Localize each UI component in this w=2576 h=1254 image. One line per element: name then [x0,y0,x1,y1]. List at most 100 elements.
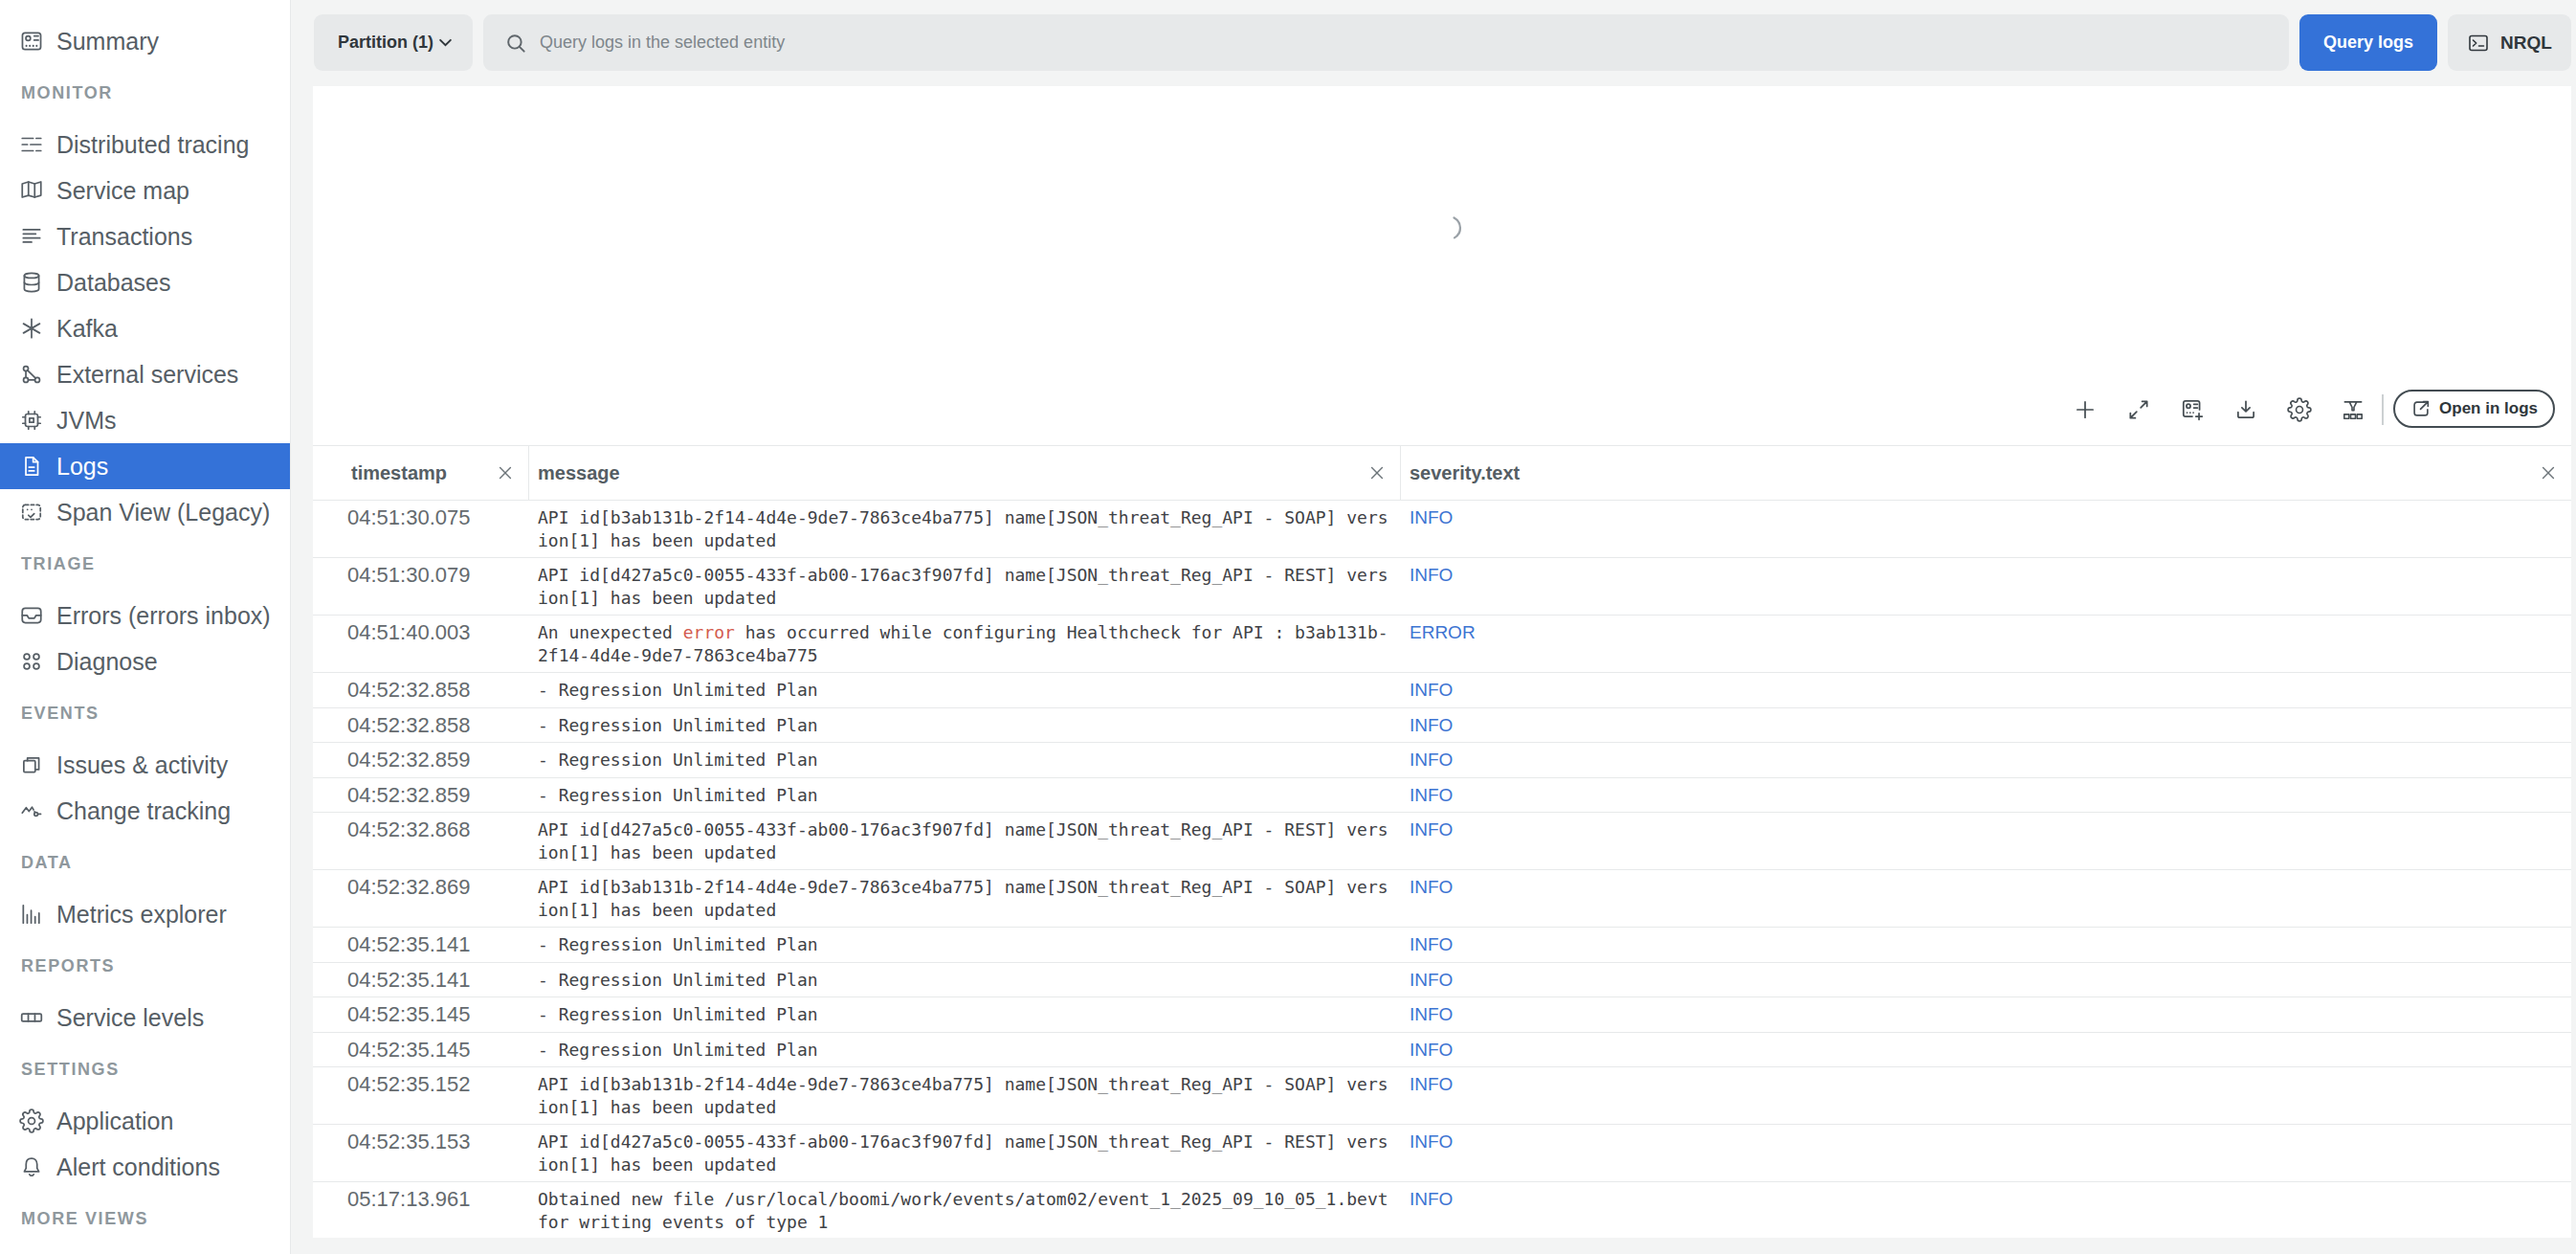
logs-icon [19,454,44,479]
table-row[interactable]: 04:52:35.152API id[b3ab131b-2f14-4d4e-9d… [313,1067,2571,1125]
sidebar-item-databases[interactable]: Databases [0,259,290,305]
cell-severity[interactable]: INFO [1401,564,2571,609]
cell-severity[interactable]: INFO [1401,1131,2571,1176]
table-row[interactable]: 04:52:32.858- Regression Unlimited PlanI… [313,673,2571,708]
sidebar-item-transactions[interactable]: Transactions [0,213,290,259]
cell-severity[interactable]: INFO [1401,933,2571,956]
cell-severity[interactable]: INFO [1401,679,2571,702]
search-bar[interactable] [483,14,2289,71]
table-row[interactable]: 04:51:40.003An unexpected error has occu… [313,616,2571,673]
search-input[interactable] [540,33,2269,53]
search-icon [503,31,528,56]
cell-severity[interactable]: INFO [1401,1188,2571,1233]
remove-column-severity-button[interactable] [2539,463,2558,482]
sidebar-section-more-views: MORE VIEWS [0,1198,290,1240]
cell-timestamp: 04:51:30.075 [313,506,529,551]
sidebar-section-data: DATA [0,841,290,884]
table-row[interactable]: 04:52:32.869API id[b3ab131b-2f14-4d4e-9d… [313,870,2571,928]
sidebar-item-distributed-tracing[interactable]: Distributed tracing [0,122,290,168]
sidebar-item-metrics-explorer[interactable]: Metrics explorer [0,891,290,937]
cell-timestamp: 04:52:35.153 [313,1131,529,1176]
column-header-severity[interactable]: severity.text [1401,446,2571,500]
sidebar-item-logs[interactable]: Logs [0,443,290,489]
table-row[interactable]: 04:52:32.859- Regression Unlimited PlanI… [313,743,2571,778]
close-icon [2539,463,2558,482]
table-row[interactable]: 04:52:35.141- Regression Unlimited PlanI… [313,928,2571,963]
diagnose-icon [19,649,44,674]
cell-message: API id[d427a5c0-0055-433f-ab00-176ac3f90… [529,1131,1401,1176]
sidebar-item-span-view-legacy[interactable]: Span View (Legacy) [0,489,290,535]
cell-timestamp: 04:52:32.869 [313,876,529,921]
table-row[interactable]: 05:17:13.961Obtained new file /usr/local… [313,1182,2571,1238]
cell-timestamp: 04:52:32.858 [313,714,529,737]
cell-message: - Regression Unlimited Plan [529,714,1401,737]
cell-timestamp: 04:52:32.859 [313,784,529,807]
expand-button[interactable] [2120,391,2158,429]
bell-icon [19,1154,44,1179]
remove-column-message-button[interactable] [1367,463,1387,482]
cell-severity[interactable]: INFO [1401,1039,2571,1062]
sidebar-item-summary[interactable]: Summary [0,18,290,64]
table-row[interactable]: 04:52:35.145- Regression Unlimited PlanI… [313,1033,2571,1068]
table-row[interactable]: 04:52:35.145- Regression Unlimited PlanI… [313,997,2571,1033]
sidebar-item-errors-inbox[interactable]: Errors (errors inbox) [0,593,290,638]
sidebar-section-settings: SETTINGS [0,1048,290,1090]
cell-severity[interactable]: INFO [1401,714,2571,737]
content-card: Open in logs timestamp message severity.… [313,86,2571,1238]
sidebar-nav: SummaryMONITORDistributed tracingService… [0,18,290,1240]
table-row[interactable]: 04:51:30.075API id[b3ab131b-2f14-4d4e-9d… [313,501,2571,558]
query-logs-button[interactable]: Query logs [2299,14,2437,71]
chevron-down-icon [438,37,453,48]
sidebar-item-alert-conditions[interactable]: Alert conditions [0,1144,290,1190]
cell-severity[interactable]: INFO [1401,1003,2571,1026]
cell-severity[interactable]: INFO [1401,876,2571,921]
add-to-dashboard-button[interactable] [2173,391,2211,429]
kafka-icon [19,316,44,341]
cell-message: - Regression Unlimited Plan [529,749,1401,772]
sidebar-item-issues-activity[interactable]: Issues & activity [0,742,290,788]
table-row[interactable]: 04:51:30.079API id[d427a5c0-0055-433f-ab… [313,558,2571,616]
cell-severity[interactable]: INFO [1401,818,2571,863]
group-by-button[interactable] [2334,391,2372,429]
sidebar-item-application[interactable]: Application [0,1098,290,1144]
table-row[interactable]: 04:52:35.153API id[d427a5c0-0055-433f-ab… [313,1125,2571,1182]
cell-severity[interactable]: INFO [1401,506,2571,551]
sidebar: SummaryMONITORDistributed tracingService… [0,0,291,1254]
chart-toolbar [2066,391,2382,429]
close-icon [1367,463,1387,482]
cell-message: Obtained new file /usr/local/boomi/work/… [529,1188,1401,1233]
sidebar-item-diagnose[interactable]: Diagnose [0,638,290,684]
table-row[interactable]: 04:52:32.859- Regression Unlimited PlanI… [313,778,2571,814]
map-icon [19,178,44,203]
cell-severity[interactable]: INFO [1401,969,2571,992]
cell-severity[interactable]: INFO [1401,1073,2571,1118]
cell-message: - Regression Unlimited Plan [529,1039,1401,1062]
settings-button[interactable] [2280,391,2319,429]
remove-column-timestamp-button[interactable] [496,463,515,482]
sidebar-item-external-services[interactable]: External services [0,351,290,397]
sidebar-item-kafka[interactable]: Kafka [0,305,290,351]
sidebar-item-change-tracking[interactable]: Change tracking [0,788,290,834]
toolbar-divider [2382,394,2384,425]
sidebar-item-jvms[interactable]: JVMs [0,397,290,443]
table-row[interactable]: 04:52:32.868API id[d427a5c0-0055-433f-ab… [313,813,2571,870]
add-button[interactable] [2066,391,2104,429]
table-row[interactable]: 04:52:35.141- Regression Unlimited PlanI… [313,963,2571,998]
sidebar-item-service-levels[interactable]: Service levels [0,995,290,1041]
cell-severity[interactable]: INFO [1401,784,2571,807]
open-in-logs-button[interactable]: Open in logs [2393,390,2555,428]
cell-message: API id[d427a5c0-0055-433f-ab00-176ac3f90… [529,564,1401,609]
table-body: 04:51:30.075API id[b3ab131b-2f14-4d4e-9d… [313,501,2571,1238]
column-header-message[interactable]: message [529,446,1401,500]
external-services-icon [19,362,44,387]
partition-filter-button[interactable]: Partition (1) [314,14,473,71]
cell-timestamp: 04:52:35.145 [313,1003,529,1026]
transactions-icon [19,224,44,249]
nrql-button[interactable]: NRQL [2448,14,2571,71]
sidebar-item-service-map[interactable]: Service map [0,168,290,213]
cell-severity[interactable]: INFO [1401,749,2571,772]
column-header-timestamp[interactable]: timestamp [313,446,529,500]
download-button[interactable] [2227,391,2265,429]
table-row[interactable]: 04:52:32.858- Regression Unlimited PlanI… [313,708,2571,744]
cell-severity[interactable]: ERROR [1401,621,2571,666]
